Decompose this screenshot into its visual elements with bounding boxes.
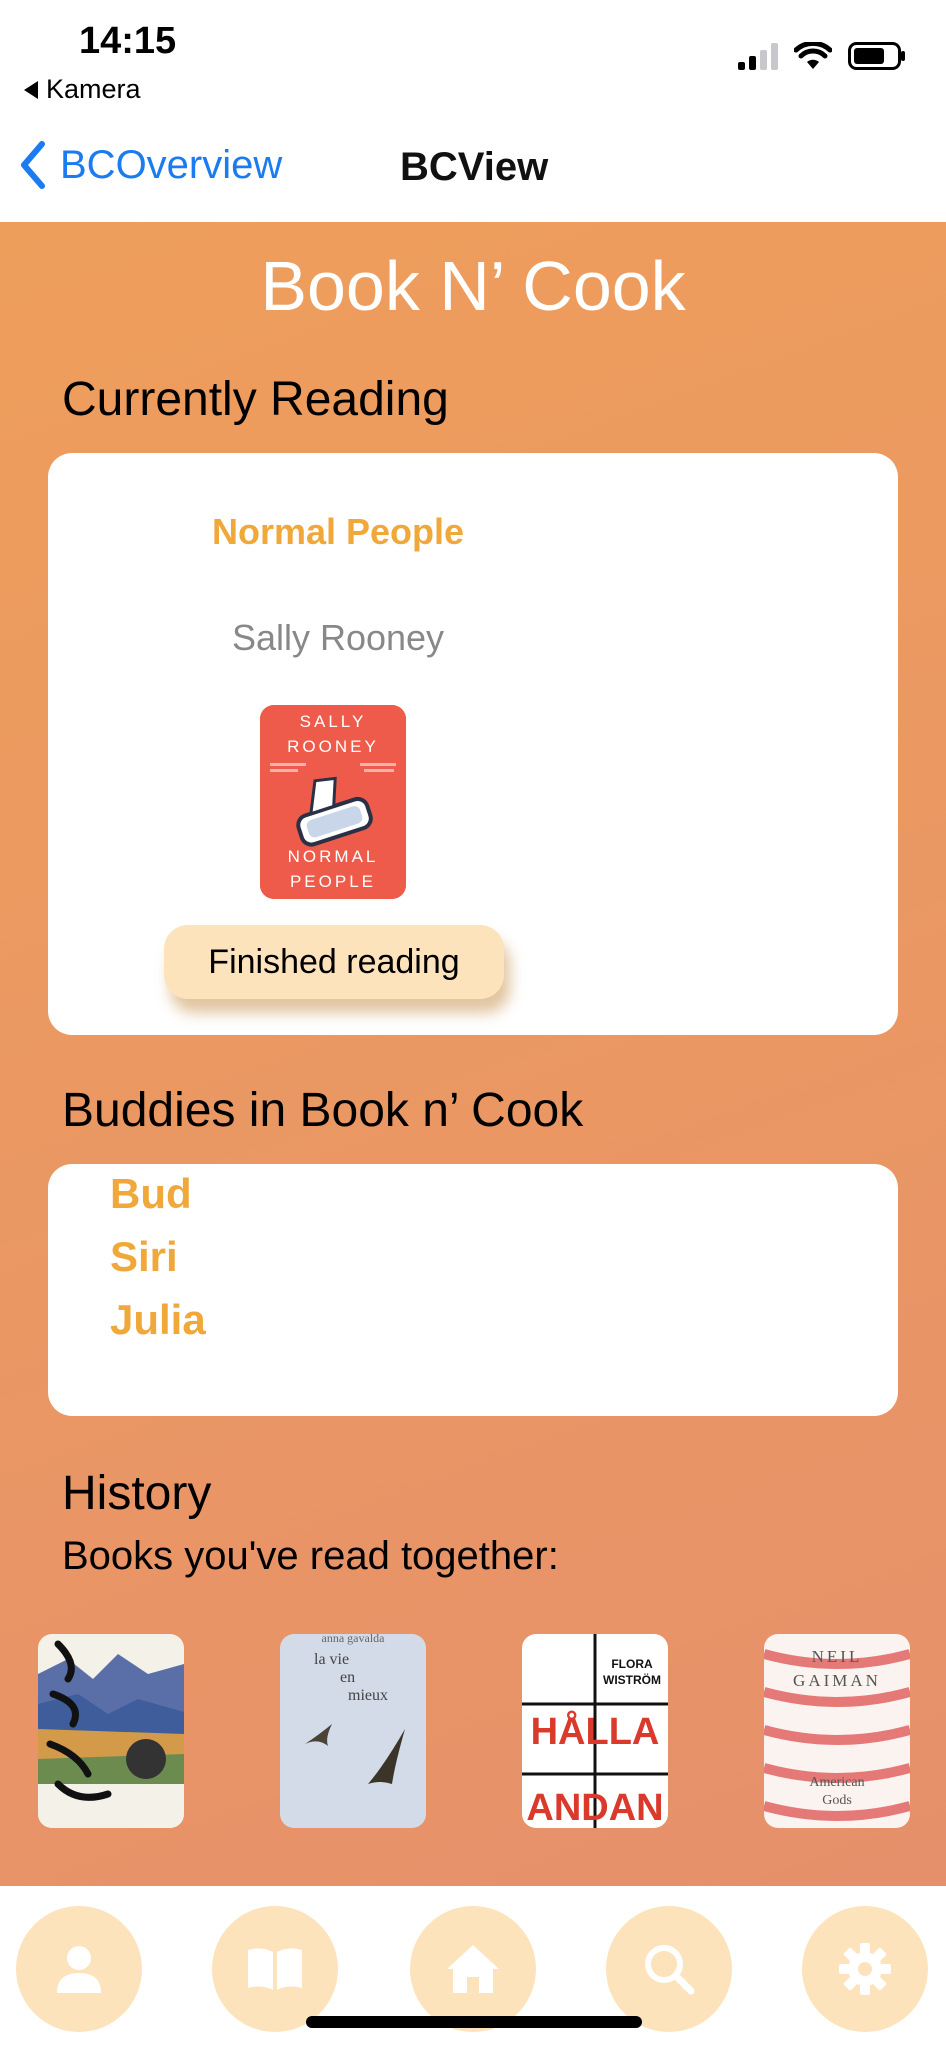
status-time: 14:15 <box>79 20 177 62</box>
normal-people-cover[interactable]: SALLY ROONEY NORMAL PEOPLE <box>260 705 406 899</box>
tab-search[interactable] <box>606 1906 732 2032</box>
tab-books[interactable] <box>212 1906 338 2032</box>
app-title: Book N’ Cook <box>260 247 686 325</box>
svg-text:SALLY: SALLY <box>300 712 367 731</box>
halla-andan-cover-art: FLORA WISTRÖM HÅLLA ANDAN <box>522 1634 668 1828</box>
history-book-cover-4[interactable]: NEIL GAIMAN American Gods <box>764 1634 910 1828</box>
back-to-app-link[interactable]: Kamera <box>24 74 141 105</box>
wifi-icon <box>794 42 832 69</box>
svg-text:NORMAL: NORMAL <box>288 847 379 866</box>
navigation-bar: BCOverview BCView <box>0 115 946 222</box>
svg-text:ANDAN: ANDAN <box>526 1787 663 1828</box>
svg-text:ROONEY: ROONEY <box>287 737 379 756</box>
home-indicator[interactable] <box>306 2016 642 2028</box>
nav-title: BCView <box>400 145 549 189</box>
buddy-name[interactable]: Bud <box>110 1170 192 1218</box>
american-gods-cover-art: NEIL GAIMAN American Gods <box>764 1634 910 1828</box>
home-icon <box>447 1945 499 1993</box>
nav-back-label: BCOverview <box>60 142 283 187</box>
back-app-label: Kamera <box>46 74 141 104</box>
svg-text:FLORA: FLORA <box>611 1657 653 1671</box>
history-book-cover-1[interactable] <box>38 1634 184 1828</box>
system-icons <box>738 42 906 70</box>
svg-text:HÅLLA: HÅLLA <box>531 1709 660 1753</box>
history-book-cover-2[interactable]: anna gavalda la vie en mieux <box>280 1634 426 1828</box>
svg-text:American: American <box>809 1775 864 1790</box>
currently-reading-card: Normal People Sally Rooney SALLY ROONEY … <box>48 453 898 1035</box>
person-icon <box>57 1946 101 1993</box>
buddy-name[interactable]: Siri <box>110 1233 178 1281</box>
buddies-card: Bud Siri Julia <box>48 1164 898 1416</box>
history-subheading: Books you've read together: <box>62 1534 559 1578</box>
jag-for-henne-till-bron-cover-icon <box>38 1634 184 1828</box>
history-heading: History <box>62 1467 212 1520</box>
cover-author: anna gavalda <box>322 1634 386 1645</box>
current-book-author: Sally Rooney <box>231 617 445 658</box>
buddy-name[interactable]: Julia <box>110 1296 206 1344</box>
battery-icon <box>848 42 905 70</box>
svg-text:PEOPLE: PEOPLE <box>290 872 376 891</box>
svg-text:Gods: Gods <box>822 1793 852 1808</box>
nav-back-button[interactable]: BCOverview <box>18 140 282 190</box>
currently-reading-heading: Currently Reading <box>62 373 449 426</box>
svg-text:GAIMAN: GAIMAN <box>793 1671 881 1690</box>
svg-text:WISTRÖM: WISTRÖM <box>603 1672 661 1687</box>
svg-text:la vie: la vie <box>314 1651 349 1668</box>
svg-text:NEIL: NEIL <box>812 1647 863 1666</box>
svg-text:en: en <box>340 1669 355 1686</box>
back-triangle-icon <box>24 80 38 99</box>
status-bar: 14:15 Kamera <box>0 0 946 115</box>
history-book-cover-3[interactable]: FLORA WISTRÖM HÅLLA ANDAN <box>522 1634 668 1828</box>
la-vie-en-mieux-cover-art: anna gavalda la vie en mieux <box>280 1634 426 1828</box>
current-book-title: Normal People <box>211 511 465 552</box>
chevron-left-icon <box>21 141 45 189</box>
tab-home[interactable] <box>410 1906 536 2032</box>
buddies-heading: Buddies in Book n’ Cook <box>62 1084 584 1137</box>
tab-settings[interactable] <box>802 1906 928 2032</box>
normal-people-cover-art: SALLY ROONEY NORMAL PEOPLE <box>260 705 406 899</box>
book-icon <box>248 1948 302 1990</box>
search-icon <box>645 1945 695 1995</box>
gear-icon <box>839 1943 891 1995</box>
cellular-signal-icon <box>738 42 778 70</box>
svg-text:mieux: mieux <box>348 1687 388 1704</box>
finished-reading-button[interactable]: Finished reading <box>164 925 504 999</box>
tab-profile[interactable] <box>16 1906 142 2032</box>
